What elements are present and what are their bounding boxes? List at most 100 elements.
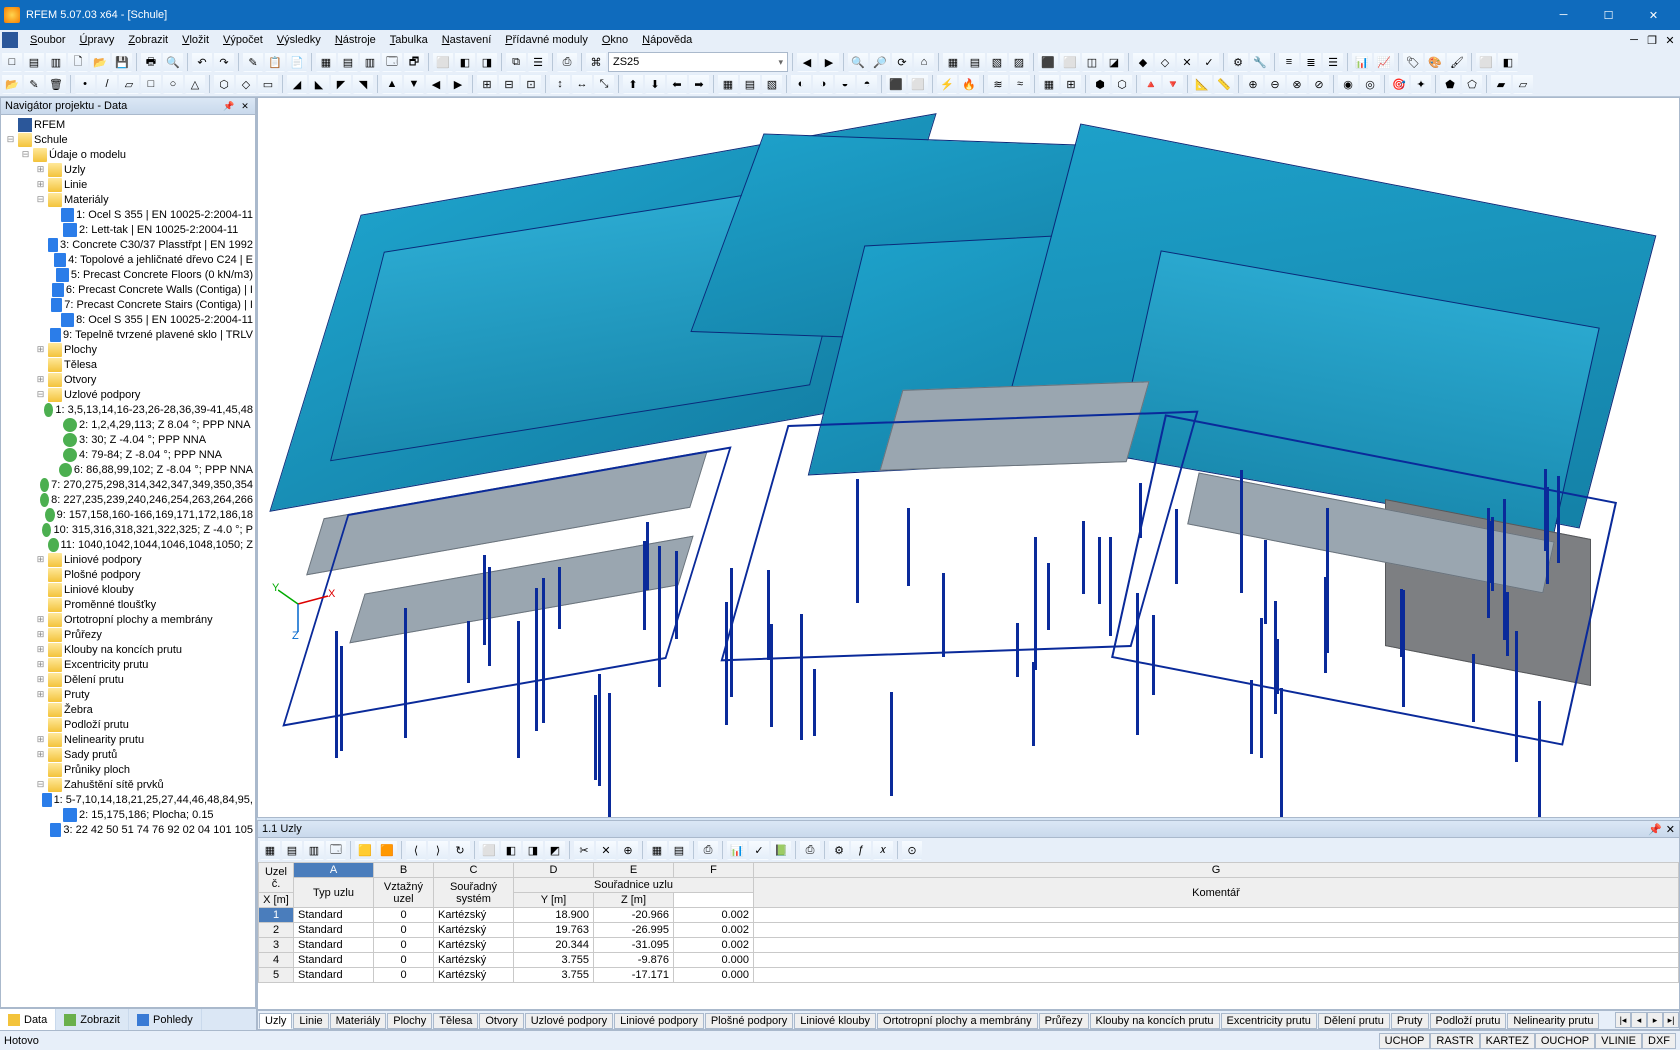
toolbar-button[interactable]: ⬆ — [623, 74, 643, 94]
toolbar-button[interactable]: ƒ — [851, 840, 871, 860]
table-tab[interactable]: Nelinearity prutu — [1507, 1013, 1599, 1029]
toolbar-button[interactable]: ≋ — [988, 74, 1008, 94]
toolbar-button[interactable]: ▤ — [24, 52, 44, 72]
toolbar-button[interactable]: 📊 — [727, 840, 747, 860]
toolbar-button[interactable]: 📊 — [1352, 52, 1372, 72]
toolbar-button[interactable]: ⟨ — [406, 840, 426, 860]
navigator-tree[interactable]: RFEMSchuleÚdaje o modeluUzlyLinieMateriá… — [0, 115, 256, 1008]
toolbar-button[interactable]: ⬜ — [479, 840, 499, 860]
tree-refinement[interactable]: 1: 5-7,10,14,18,21,25,27,44,46,48,84,95, — [3, 792, 253, 807]
toolbar-button[interactable]: ⊞ — [1061, 74, 1081, 94]
toolbar-button[interactable]: ◢ — [287, 74, 307, 94]
table-row[interactable]: 1Standard0Kartézský18.900-20.9660.002 — [259, 908, 1679, 923]
toolbar-button[interactable]: ⊙ — [902, 840, 922, 860]
toolbar-button[interactable]: ◉ — [1338, 74, 1358, 94]
toolbar-button[interactable]: ≡ — [1279, 52, 1299, 72]
toolbar-button[interactable]: ▥ — [360, 52, 380, 72]
tree-node[interactable]: Plochy — [3, 342, 253, 357]
col-header-C[interactable]: C — [434, 863, 514, 878]
toolbar-button[interactable]: ⟩ — [428, 840, 448, 860]
toolbar-button[interactable]: ▧ — [762, 74, 782, 94]
toolbar-button[interactable]: ◣ — [309, 74, 329, 94]
menu-vložit[interactable]: Vložit — [176, 32, 215, 48]
tree-node[interactable]: Tělesa — [3, 357, 253, 372]
toolbar-button[interactable]: ⚙ — [829, 840, 849, 860]
toolbar-button[interactable]: ⧉ — [506, 52, 526, 72]
toolbar-button[interactable]: 🎯 — [1389, 74, 1409, 94]
col-header-G[interactable]: G — [754, 863, 1679, 878]
toolbar-button[interactable]: / — [97, 74, 117, 94]
col-header-E[interactable]: E — [594, 863, 674, 878]
col-header-typ[interactable]: Typ uzlu — [294, 878, 374, 908]
toolbar-button[interactable]: ⊟ — [499, 74, 519, 94]
tree-node[interactable]: Průniky ploch — [3, 762, 253, 777]
table-tab[interactable]: Liniové klouby — [794, 1013, 876, 1029]
toolbar-button[interactable]: ▱ — [1513, 74, 1533, 94]
toolbar-button[interactable]: ✦ — [1411, 74, 1431, 94]
menu-zobrazit[interactable]: Zobrazit — [122, 32, 174, 48]
tree-refinement[interactable]: 3: 22 42 50 51 74 76 92 02 04 101 105 — [3, 822, 253, 837]
toolbar-button[interactable]: ↷ — [214, 52, 234, 72]
tree-node[interactable]: Otvory — [3, 372, 253, 387]
toolbar-button[interactable]: ▤ — [282, 840, 302, 860]
toolbar-button[interactable]: 🏷 — [1403, 52, 1423, 72]
loadcase-combo[interactable]: ZS25 — [608, 52, 788, 72]
toolbar-button[interactable]: 🔎 — [870, 52, 890, 72]
toolbar-button[interactable]: ◑ — [813, 74, 833, 94]
tree-node[interactable]: Linie — [3, 177, 253, 192]
table-tab[interactable]: Tělesa — [433, 1013, 478, 1029]
status-toggle[interactable]: DXF — [1642, 1033, 1676, 1049]
tree-node[interactable]: Klouby na koncích prutu — [3, 642, 253, 657]
toolbar-button[interactable]: ▦ — [718, 74, 738, 94]
col-header-x[interactable]: X [m] — [259, 893, 294, 908]
menu-tabulka[interactable]: Tabulka — [384, 32, 434, 48]
toolbar-button[interactable]: ⬡ — [214, 74, 234, 94]
mdi-close-icon[interactable]: ✕ — [1662, 32, 1678, 48]
toolbar-button[interactable]: ◓ — [857, 74, 877, 94]
toolbar-button[interactable]: 𝑥 — [873, 840, 893, 860]
table-pin-icon[interactable]: 📌 — [1648, 823, 1662, 836]
toolbar-button[interactable]: 📂 — [2, 74, 22, 94]
table-tab[interactable]: Liniové podpory — [614, 1013, 704, 1029]
col-header-z[interactable]: Z [m] — [594, 893, 674, 908]
tree-material[interactable]: 2: Lett-tak | EN 10025-2:2004-11 — [3, 222, 253, 237]
toolbar-button[interactable]: △ — [185, 74, 205, 94]
toolbar-button[interactable]: ⬜ — [1476, 52, 1496, 72]
navigator-tab-zobrazit[interactable]: Zobrazit — [56, 1009, 129, 1030]
toolbar-button[interactable]: ⊖ — [1265, 74, 1285, 94]
toolbar-button[interactable]: ▲ — [382, 74, 402, 94]
toolbar-button[interactable]: ◫ — [1082, 52, 1102, 72]
toolbar-button[interactable]: ▦ — [943, 52, 963, 72]
col-header-souradnice[interactable]: Souřadnice uzlu — [514, 878, 754, 893]
toolbar-button[interactable]: ▥ — [46, 52, 66, 72]
tree-node[interactable]: Excentricity prutu — [3, 657, 253, 672]
tree-material[interactable]: 4: Topolové a jehličnaté dřevo C24 | E — [3, 252, 253, 267]
navigator-pin-icon[interactable]: 📌 — [223, 100, 235, 112]
navigator-tab-pohledy[interactable]: Pohledy — [129, 1009, 202, 1030]
table-tab[interactable]: Materiály — [330, 1013, 387, 1029]
toolbar-button[interactable]: ⚙ — [1228, 52, 1248, 72]
toolbar-button[interactable]: ⤡ — [594, 74, 614, 94]
tree-modeldata[interactable]: Údaje o modelu — [3, 147, 253, 162]
status-toggle[interactable]: OUCHOP — [1535, 1033, 1595, 1049]
tree-node[interactable]: Žebra — [3, 702, 253, 717]
toolbar-button[interactable]: ⬜ — [908, 74, 928, 94]
toolbar-button[interactable]: 🎨 — [1425, 52, 1445, 72]
status-toggle[interactable]: UCHOP — [1379, 1033, 1431, 1049]
table-tab[interactable]: Pruty — [1391, 1013, 1429, 1029]
toolbar-button[interactable]: 🗔 — [326, 840, 346, 860]
toolbar-button[interactable]: ⬠ — [1462, 74, 1482, 94]
tree-material[interactable]: 7: Precast Concrete Stairs (Contiga) | I — [3, 297, 253, 312]
toolbar-button[interactable]: ▶ — [819, 52, 839, 72]
tree-material[interactable]: 9: Tepelně tvrzené plavené sklo | TRLV — [3, 327, 253, 342]
toolbar-button[interactable]: ◒ — [835, 74, 855, 94]
tree-support[interactable]: 2: 1,2,4,29,113; Z 8.04 °; PPP NNA — [3, 417, 253, 432]
toolbar-button[interactable]: ⊕ — [618, 840, 638, 860]
toolbar-button[interactable]: ⎙ — [557, 52, 577, 72]
mdi-restore-icon[interactable]: ❐ — [1644, 32, 1660, 48]
tree-node[interactable]: Podloží prutu — [3, 717, 253, 732]
toolbar-button[interactable]: ▭ — [258, 74, 278, 94]
tree-support[interactable]: 4: 79-84; Z -8.04 °; PPP NNA — [3, 447, 253, 462]
col-header-uzel[interactable]: Uzel č. — [259, 863, 294, 893]
col-header-A[interactable]: A — [294, 863, 374, 878]
